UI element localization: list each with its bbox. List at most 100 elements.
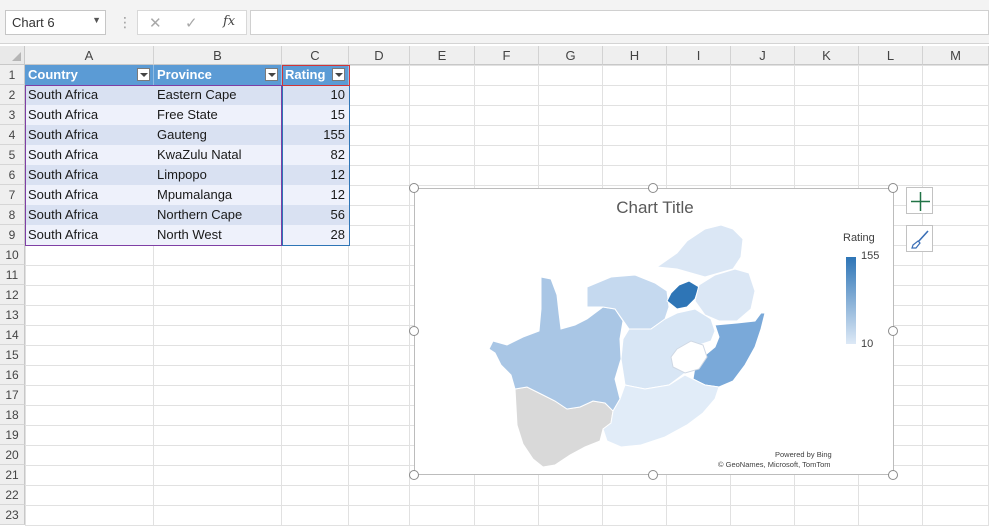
- table-cell-country[interactable]: South Africa: [25, 225, 154, 245]
- column-header-k[interactable]: K: [795, 46, 859, 65]
- resize-handle-w[interactable]: [409, 326, 419, 336]
- grid-line: [922, 65, 923, 526]
- table-cell-rating[interactable]: 15: [282, 105, 349, 125]
- table-cell-rating[interactable]: 12: [282, 185, 349, 205]
- row-header-6[interactable]: 6: [0, 165, 25, 185]
- column-header-d[interactable]: D: [349, 46, 410, 65]
- cancel-icon[interactable]: ✕: [149, 14, 162, 32]
- map-chart[interactable]: Chart Title Rating 155 10 Powered by Bin…: [414, 188, 894, 475]
- resize-handle-nw[interactable]: [409, 183, 419, 193]
- plus-icon: [911, 192, 930, 211]
- table-cell-country[interactable]: South Africa: [25, 85, 154, 105]
- table-cell-country[interactable]: South Africa: [25, 105, 154, 125]
- chart-styles-button[interactable]: [906, 225, 933, 252]
- table-header-rating: Rating: [282, 65, 349, 85]
- row-header-9[interactable]: 9: [0, 225, 25, 245]
- table-cell-province[interactable]: Mpumalanga: [154, 185, 282, 205]
- resize-handle-s[interactable]: [648, 470, 658, 480]
- row-header-8[interactable]: 8: [0, 205, 25, 225]
- table-cell-rating[interactable]: 82: [282, 145, 349, 165]
- row-header-10[interactable]: 10: [0, 245, 25, 265]
- row-header-17[interactable]: 17: [0, 385, 25, 405]
- row-header-7[interactable]: 7: [0, 185, 25, 205]
- legend-max: 155: [861, 250, 880, 262]
- filter-dropdown-icon[interactable]: [265, 68, 278, 81]
- select-all-triangle-icon: [12, 52, 21, 61]
- region-limpopo[interactable]: [655, 224, 744, 278]
- table-header-province: Province: [154, 65, 282, 85]
- resize-handle-e[interactable]: [888, 326, 898, 336]
- column-header-a[interactable]: A: [25, 46, 154, 65]
- column-header-c[interactable]: C: [282, 46, 349, 65]
- table-header-country: Country: [25, 65, 154, 85]
- formula-input[interactable]: [250, 10, 989, 35]
- row-header-3[interactable]: 3: [0, 105, 25, 125]
- column-header-j[interactable]: J: [731, 46, 795, 65]
- table-cell-country[interactable]: South Africa: [25, 205, 154, 225]
- paintbrush-icon: [911, 230, 929, 249]
- table-cell-province[interactable]: Gauteng: [154, 125, 282, 145]
- column-header-i[interactable]: I: [667, 46, 731, 65]
- row-header-1[interactable]: 1: [0, 65, 25, 85]
- table-cell-country[interactable]: South Africa: [25, 145, 154, 165]
- filter-dropdown-icon[interactable]: [137, 68, 150, 81]
- resize-handle-sw[interactable]: [409, 470, 419, 480]
- row-header-12[interactable]: 12: [0, 285, 25, 305]
- row-header-18[interactable]: 18: [0, 405, 25, 425]
- column-header-b[interactable]: B: [154, 46, 282, 65]
- column-header-h[interactable]: H: [603, 46, 667, 65]
- table-cell-country[interactable]: South Africa: [25, 125, 154, 145]
- table-cell-country[interactable]: South Africa: [25, 185, 154, 205]
- row-header-23[interactable]: 23: [0, 505, 25, 525]
- column-header-m[interactable]: M: [923, 46, 989, 65]
- table-cell-country[interactable]: South Africa: [25, 165, 154, 185]
- table-cell-province[interactable]: North West: [154, 225, 282, 245]
- chevron-down-icon[interactable]: ▼: [92, 15, 101, 25]
- formula-bar: Chart 6 ▼ ⋮ ✕ ✓ fx: [0, 0, 989, 44]
- region-gauteng[interactable]: [666, 280, 700, 310]
- insert-function-icon[interactable]: fx: [223, 14, 235, 29]
- table-header-label: Rating: [285, 67, 326, 82]
- table-cell-rating[interactable]: 28: [282, 225, 349, 245]
- table-cell-province[interactable]: Limpopo: [154, 165, 282, 185]
- filter-dropdown-icon[interactable]: [332, 68, 345, 81]
- row-header-13[interactable]: 13: [0, 305, 25, 325]
- column-header-e[interactable]: E: [410, 46, 475, 65]
- grid-line: [409, 65, 410, 526]
- row-header-14[interactable]: 14: [0, 325, 25, 345]
- row-header-21[interactable]: 21: [0, 465, 25, 485]
- resize-handle-n[interactable]: [648, 183, 658, 193]
- column-header-g[interactable]: G: [539, 46, 603, 65]
- column-header-l[interactable]: L: [859, 46, 923, 65]
- name-box[interactable]: Chart 6 ▼: [5, 10, 106, 35]
- table-header-label: Province: [157, 67, 212, 82]
- map-svg: [488, 224, 766, 468]
- row-header-5[interactable]: 5: [0, 145, 25, 165]
- more-options-icon[interactable]: ⋮: [118, 14, 132, 31]
- row-header-2[interactable]: 2: [0, 85, 25, 105]
- resize-handle-se[interactable]: [888, 470, 898, 480]
- name-box-value: Chart 6: [12, 15, 55, 30]
- row-header-22[interactable]: 22: [0, 485, 25, 505]
- table-cell-rating[interactable]: 155: [282, 125, 349, 145]
- attribution-sources: © GeoNames, Microsoft, TomTom: [718, 460, 831, 469]
- enter-icon[interactable]: ✓: [185, 14, 198, 32]
- row-header-20[interactable]: 20: [0, 445, 25, 465]
- table-cell-province[interactable]: Northern Cape: [154, 205, 282, 225]
- table-cell-province[interactable]: KwaZulu Natal: [154, 145, 282, 165]
- table-cell-rating[interactable]: 56: [282, 205, 349, 225]
- row-header-11[interactable]: 11: [0, 265, 25, 285]
- row-header-19[interactable]: 19: [0, 425, 25, 445]
- table-cell-province[interactable]: Free State: [154, 105, 282, 125]
- resize-handle-ne[interactable]: [888, 183, 898, 193]
- table-header-label: Country: [28, 67, 78, 82]
- row-header-16[interactable]: 16: [0, 365, 25, 385]
- row-header-4[interactable]: 4: [0, 125, 25, 145]
- table-cell-province[interactable]: Eastern Cape: [154, 85, 282, 105]
- table-cell-rating[interactable]: 10: [282, 85, 349, 105]
- chart-elements-button[interactable]: [906, 187, 933, 214]
- table-cell-rating[interactable]: 12: [282, 165, 349, 185]
- select-all-corner[interactable]: [0, 46, 25, 65]
- row-header-15[interactable]: 15: [0, 345, 25, 365]
- column-header-f[interactable]: F: [475, 46, 539, 65]
